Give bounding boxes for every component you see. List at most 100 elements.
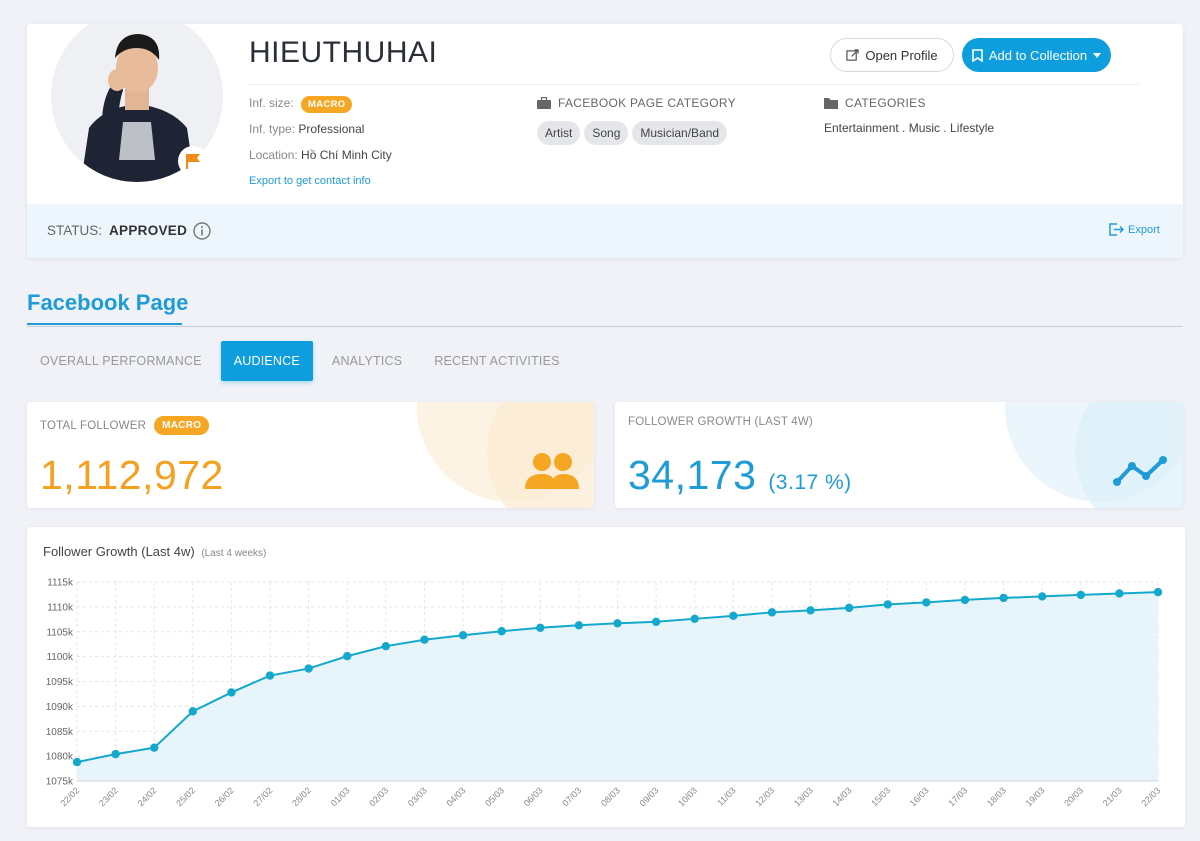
fb-category-heading-text: FACEBOOK PAGE CATEGORY: [558, 96, 736, 110]
data-point: [150, 743, 159, 752]
data-point: [343, 651, 352, 661]
data-point: [1153, 587, 1163, 597]
total-follower-badge: MACRO: [154, 416, 210, 435]
x-tick-label: 17/03: [946, 785, 969, 808]
data-point: [304, 664, 313, 673]
profile-card: HIEUTHUHAI Open Profile Add to Collectio…: [27, 24, 1183, 258]
y-tick-label: 1100k: [46, 652, 74, 663]
y-tick-label: 1085k: [46, 727, 74, 738]
x-tick-label: 18/03: [985, 785, 1008, 808]
influencer-name: HIEUTHUHAI: [249, 36, 438, 69]
x-tick-label: 19/03: [1024, 785, 1047, 808]
x-tick-label: 23/02: [97, 785, 120, 808]
data-point: [883, 600, 892, 609]
y-tick-label: 1075k: [46, 777, 74, 788]
open-profile-button[interactable]: Open Profile: [830, 38, 954, 72]
y-tick-label: 1105k: [46, 627, 74, 638]
data-point: [806, 606, 815, 615]
data-point: [381, 641, 391, 651]
y-tick-label: 1095k: [46, 677, 74, 688]
data-point: [536, 623, 545, 632]
category-chip: Musician/Band: [632, 121, 728, 145]
tab-recent-activities[interactable]: RECENT ACTIVITIES: [421, 341, 572, 381]
status-label: STATUS:: [47, 223, 103, 238]
x-tick-label: 28/02: [290, 785, 313, 808]
divider: [249, 84, 1139, 85]
data-point: [497, 627, 506, 636]
x-tick-label: 22/02: [58, 785, 81, 808]
x-tick-label: 03/03: [406, 785, 429, 808]
x-tick-label: 09/03: [638, 785, 661, 808]
data-point: [188, 707, 198, 716]
categories-heading: CATEGORIES: [824, 96, 926, 110]
status-value: APPROVED: [109, 223, 188, 238]
location-row: Location: Hồ Chí Minh City: [249, 148, 392, 162]
x-tick-label: 15/03: [869, 785, 892, 808]
x-tick-label: 16/03: [908, 785, 931, 808]
export-contact-link[interactable]: Export to get contact info: [249, 175, 371, 187]
flag-icon[interactable]: [178, 146, 208, 176]
category-chip: Artist: [537, 121, 581, 145]
location-label: Location:: [249, 148, 298, 162]
data-point: [613, 619, 622, 628]
x-tick-label: 11/03: [715, 785, 738, 808]
x-tick-label: 10/03: [676, 785, 699, 808]
growth-value-row: 34,173 (3.17 %): [628, 452, 852, 499]
data-point: [574, 621, 584, 630]
growth-label: FOLLOWER GROWTH (LAST 4W): [628, 416, 813, 428]
y-tick-label: 1115k: [47, 578, 74, 589]
x-tick-label: 12/03: [753, 785, 776, 808]
data-point: [458, 631, 468, 640]
data-point: [729, 611, 738, 621]
data-point: [651, 617, 661, 626]
total-follower-label: TOTAL FOLLOWER: [40, 419, 147, 432]
follower-growth-chart-card: Follower Growth (Last 4w) (Last 4 weeks)…: [27, 527, 1185, 827]
inf-type-label: Inf. type:: [249, 122, 296, 136]
tab-overall-performance[interactable]: OVERALL PERFORMANCE: [27, 341, 215, 381]
inf-size-row: Inf. size: MACRO: [249, 96, 353, 113]
categories-value: Entertainment . Music . Lifestyle: [824, 121, 995, 135]
data-point: [767, 608, 777, 617]
data-point: [265, 671, 275, 680]
data-point: [72, 757, 82, 767]
x-tick-label: 27/02: [251, 785, 274, 808]
location-value: Hồ Chí Minh City: [301, 148, 392, 162]
growth-header: FOLLOWER GROWTH (LAST 4W): [628, 416, 813, 428]
follower-growth-card: FOLLOWER GROWTH (LAST 4W) 34,173 (3.17 %…: [615, 402, 1183, 508]
total-follower-value: 1,112,972: [40, 452, 224, 498]
caret-down-icon: [1093, 52, 1102, 58]
bookmark-icon: [972, 48, 983, 62]
y-tick-label: 1110k: [47, 602, 74, 613]
inf-type-value: Professional: [298, 122, 365, 136]
tab-bar: OVERALL PERFORMANCE AUDIENCE ANALYTICS R…: [27, 341, 579, 381]
tab-analytics[interactable]: ANALYTICS: [319, 341, 415, 381]
x-tick-label: 26/02: [213, 785, 236, 808]
data-point: [960, 595, 970, 605]
inf-size-badge: MACRO: [301, 96, 353, 113]
fb-category-heading: FACEBOOK PAGE CATEGORY: [537, 96, 736, 110]
x-tick-label: 07/03: [560, 785, 583, 808]
data-point: [420, 635, 429, 644]
status-bar: STATUS: APPROVED Export: [27, 204, 1183, 258]
y-tick-label: 1090k: [46, 702, 74, 713]
folder-icon: [824, 98, 838, 109]
x-tick-label: 13/03: [792, 785, 815, 808]
inf-size-label: Inf. size:: [249, 96, 294, 110]
data-point: [1076, 590, 1085, 600]
total-follower-card: TOTAL FOLLOWER MACRO 1,112,972: [27, 402, 594, 508]
x-tick-label: 24/02: [136, 785, 159, 808]
section-title-underline: [27, 323, 182, 325]
info-icon[interactable]: [193, 222, 211, 245]
category-chip: Song: [584, 121, 629, 145]
section-divider: [27, 326, 1183, 327]
trending-up-icon: [1113, 456, 1167, 486]
x-tick-label: 06/03: [522, 785, 545, 808]
data-point: [1037, 592, 1047, 601]
data-point: [922, 598, 931, 607]
tab-audience[interactable]: AUDIENCE: [220, 341, 313, 381]
add-to-collection-button[interactable]: Add to Collection: [962, 38, 1111, 72]
total-follower-header: TOTAL FOLLOWER MACRO: [40, 416, 210, 435]
export-icon: [1109, 223, 1124, 236]
data-point: [1115, 589, 1124, 598]
export-button[interactable]: Export: [1109, 223, 1160, 236]
